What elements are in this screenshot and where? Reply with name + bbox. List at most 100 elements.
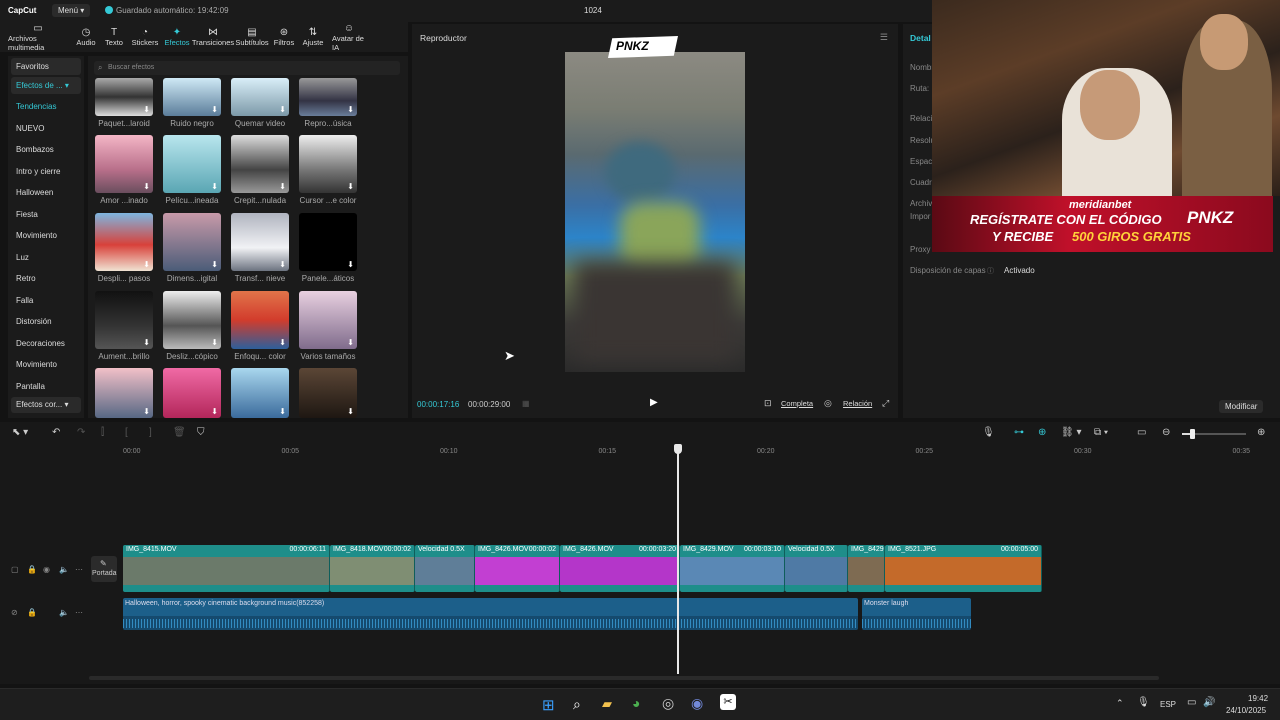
playhead[interactable]: [677, 446, 679, 674]
download-icon[interactable]: ⬇: [279, 105, 286, 114]
download-icon[interactable]: ⬇: [143, 105, 150, 114]
audio-track-icon[interactable]: ⊘: [11, 608, 18, 617]
download-icon[interactable]: ⬇: [143, 338, 150, 347]
effect-thumbnail[interactable]: ⬇: [299, 78, 357, 116]
tab-audio[interactable]: ◷ Audio: [72, 22, 100, 52]
effect-thumbnail[interactable]: ⬇: [163, 291, 221, 349]
effect-thumbnail[interactable]: ⬇: [95, 368, 153, 418]
category-item[interactable]: NUEVO: [8, 118, 84, 140]
download-icon[interactable]: ⬇: [211, 182, 218, 191]
effect-thumbnail[interactable]: ⬇: [95, 291, 153, 349]
zoom-slider-handle[interactable]: [1190, 429, 1195, 439]
effect-thumbnail[interactable]: ⬇: [299, 213, 357, 271]
download-icon[interactable]: ⬇: [279, 182, 286, 191]
effect-thumbnail[interactable]: ⬇: [231, 78, 289, 116]
download-icon[interactable]: ⬇: [347, 338, 354, 347]
tab-subtítulos[interactable]: ▤ Subtítulos: [234, 22, 270, 52]
split-left-icon[interactable]: [: [125, 427, 128, 438]
shield-icon[interactable]: ⛉: [197, 427, 205, 438]
fullscreen-icon[interactable]: ⤢: [882, 398, 889, 409]
download-icon[interactable]: ⬇: [143, 182, 150, 191]
tab-texto[interactable]: T Texto: [100, 22, 128, 52]
undo-icon[interactable]: ↶: [52, 427, 60, 438]
menu-lines-icon[interactable]: ☰: [880, 32, 888, 43]
effect-thumbnail[interactable]: ⬇: [95, 78, 153, 116]
tab-avatar-de-ia[interactable]: ☺ Avatar de IA: [328, 22, 370, 52]
lock-icon[interactable]: 🔒: [27, 565, 37, 574]
effect-thumbnail[interactable]: ⬇: [299, 135, 357, 193]
speaker-icon[interactable]: 🔊: [1203, 697, 1215, 708]
capcut-icon[interactable]: ✂: [720, 694, 736, 710]
search-input[interactable]: ⌕ Buscar efectos: [94, 61, 400, 75]
download-icon[interactable]: ⬇: [279, 260, 286, 269]
category-item[interactable]: Favoritos: [11, 58, 81, 75]
tab-ajuste[interactable]: ⇅ Ajuste: [298, 22, 328, 52]
clock-time[interactable]: 19:42: [1248, 694, 1268, 703]
preview-axis-icon[interactable]: ⧉ ▾: [1094, 427, 1108, 438]
project-name[interactable]: 1024: [584, 6, 602, 15]
effect-thumbnail[interactable]: ⬇: [231, 291, 289, 349]
playhead-handle[interactable]: [674, 444, 682, 454]
effect-thumbnail[interactable]: ⬇: [95, 213, 153, 271]
category-item[interactable]: Distorsión: [8, 311, 84, 333]
custom-effects-category[interactable]: Efectos cor... ▾: [11, 397, 81, 413]
redo-icon[interactable]: ↷: [77, 427, 85, 438]
effect-thumbnail[interactable]: ⬇: [163, 368, 221, 418]
volume-icon[interactable]: 🔈: [59, 565, 69, 574]
effect-thumbnail[interactable]: ⬇: [231, 135, 289, 193]
category-item[interactable]: Falla: [8, 290, 84, 312]
grid-icon[interactable]: ▦: [522, 399, 530, 408]
effect-thumbnail[interactable]: ⬇: [299, 291, 357, 349]
effect-thumbnail[interactable]: ⬇: [231, 368, 289, 418]
audio-volume-icon[interactable]: 🔈: [59, 608, 69, 617]
eye-icon[interactable]: ◉: [43, 565, 50, 574]
download-icon[interactable]: ⬇: [143, 407, 150, 416]
category-item[interactable]: Tendencias: [8, 96, 84, 118]
download-icon[interactable]: ⬇: [347, 260, 354, 269]
split-right-icon[interactable]: ]: [149, 427, 152, 438]
network-icon[interactable]: ▭: [1187, 697, 1196, 708]
zoom-in-icon[interactable]: ⊕: [1257, 427, 1265, 438]
download-icon[interactable]: ⬇: [347, 182, 354, 191]
download-icon[interactable]: ⬇: [347, 105, 354, 114]
split-icon[interactable]: ⫿: [101, 427, 104, 438]
video-preview[interactable]: [565, 52, 745, 372]
magnet-icon[interactable]: ⊕: [1038, 427, 1046, 438]
effect-thumbnail[interactable]: ⬇: [163, 213, 221, 271]
link-track-icon[interactable]: ⊶: [1014, 427, 1024, 438]
effect-thumbnail[interactable]: ⬇: [95, 135, 153, 193]
timeline-scrollbar[interactable]: [89, 676, 1159, 680]
tab-archivos-multimedia[interactable]: ▭ Archivos multimedia: [4, 22, 72, 52]
category-item[interactable]: Intro y cierre: [8, 161, 84, 183]
category-item[interactable]: Efectos de ... ▾: [11, 77, 81, 94]
zoom-out-icon[interactable]: ⊖: [1162, 427, 1170, 438]
menu-button[interactable]: Menú ▾: [52, 4, 91, 17]
effect-thumbnail[interactable]: ⬇: [163, 135, 221, 193]
screenshot-icon[interactable]: ◎: [824, 398, 832, 409]
chevron-up-icon[interactable]: ⌃: [1116, 698, 1124, 709]
link-icon[interactable]: ⛓ ▾: [1061, 427, 1082, 438]
delete-icon[interactable]: 🗑: [173, 427, 186, 438]
category-item[interactable]: Movimiento: [8, 225, 84, 247]
audio-lock-icon[interactable]: 🔒: [27, 608, 37, 617]
tab-efectos[interactable]: ✦ Efectos: [162, 22, 192, 52]
download-icon[interactable]: ⬇: [211, 105, 218, 114]
effect-thumbnail[interactable]: ⬇: [231, 213, 289, 271]
download-icon[interactable]: ⬇: [279, 338, 286, 347]
ratio-button[interactable]: Relación: [843, 399, 872, 408]
tab-stickers[interactable]: ◔ Stickers: [128, 22, 162, 52]
download-icon[interactable]: ⬇: [279, 407, 286, 416]
more-icon[interactable]: ⋯: [75, 565, 83, 574]
category-item[interactable]: Bombazos: [8, 139, 84, 161]
clock-date[interactable]: 24/10/2025: [1226, 706, 1266, 715]
discord-icon[interactable]: ◉: [691, 695, 703, 712]
language-indicator[interactable]: ESP: [1160, 700, 1176, 709]
play-icon[interactable]: ▶: [650, 397, 658, 408]
category-item[interactable]: Halloween: [8, 182, 84, 204]
category-item[interactable]: Decoraciones: [8, 333, 84, 355]
obs-icon[interactable]: ◎: [662, 695, 674, 712]
layers-value[interactable]: Activado: [1004, 266, 1035, 275]
chrome-icon[interactable]: ◕: [632, 695, 640, 711]
modify-button[interactable]: Modificar: [1219, 400, 1264, 413]
file-explorer-icon[interactable]: ▰: [602, 696, 612, 712]
